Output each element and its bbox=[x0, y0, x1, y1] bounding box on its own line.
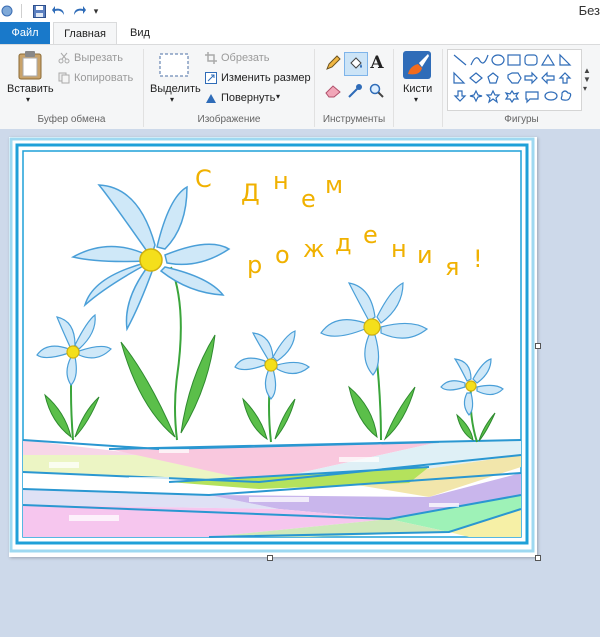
tab-view[interactable]: Вид bbox=[122, 22, 158, 44]
rotate-button[interactable]: Повернуть bbox=[221, 92, 275, 104]
select-dropdown-icon[interactable]: ▾ bbox=[170, 95, 174, 104]
fill-bucket-icon[interactable] bbox=[344, 52, 368, 76]
tab-home[interactable]: Главная bbox=[53, 22, 117, 45]
paint-app-icon[interactable] bbox=[0, 3, 14, 19]
window-title: Без bbox=[578, 3, 600, 18]
select-rectangle-icon[interactable] bbox=[159, 52, 189, 78]
text-tool-icon[interactable]: A bbox=[368, 52, 386, 74]
shapes-scroll-icon[interactable]: ▲ ▼ ▾ bbox=[581, 49, 593, 109]
shapes-gallery[interactable] bbox=[447, 49, 582, 111]
image-group-label: Изображение bbox=[197, 114, 261, 125]
crop-icon bbox=[205, 52, 217, 64]
greeting-letter: Д bbox=[241, 179, 260, 207]
greeting-letter: н bbox=[273, 167, 289, 195]
flower-small-left bbox=[36, 313, 112, 386]
canvas-resize-handle-corner[interactable] bbox=[535, 555, 541, 561]
clipboard-group-label: Буфер обмена bbox=[37, 114, 106, 125]
ribbon-tabs: Файл Главная Вид bbox=[0, 22, 600, 45]
divider bbox=[21, 4, 22, 18]
eraser-icon[interactable] bbox=[324, 82, 342, 100]
greeting-letter: о bbox=[275, 241, 290, 269]
title-bar: ▾ Без bbox=[0, 0, 600, 23]
redo-icon[interactable] bbox=[71, 3, 87, 19]
copy-button[interactable]: Копировать bbox=[74, 72, 133, 84]
canvas-resize-handle-bottom[interactable] bbox=[267, 555, 273, 561]
greeting-card-drawing bbox=[9, 137, 535, 553]
save-icon[interactable] bbox=[31, 3, 47, 19]
greeting-letter: С bbox=[195, 165, 212, 193]
greeting-letter: н bbox=[391, 235, 407, 263]
greeting-letter: и bbox=[417, 241, 433, 269]
copy-icon bbox=[58, 72, 70, 84]
rotate-icon bbox=[205, 92, 217, 104]
resize-button[interactable]: Изменить размер bbox=[221, 72, 311, 84]
scissors-icon bbox=[58, 52, 70, 64]
resize-icon bbox=[205, 72, 217, 84]
brushes-dropdown-icon[interactable]: ▾ bbox=[414, 95, 418, 104]
greeting-letter: ! bbox=[473, 245, 483, 273]
brushes-button[interactable]: Кисти bbox=[403, 83, 432, 95]
shapes-group-label: Фигуры bbox=[504, 114, 539, 125]
crop-button[interactable]: Обрезать bbox=[221, 52, 270, 64]
greeting-letter: я bbox=[445, 253, 460, 281]
paste-button[interactable]: Вставить bbox=[7, 83, 54, 95]
greeting-letter: р bbox=[247, 251, 263, 279]
divider bbox=[393, 49, 394, 127]
drawing-canvas[interactable]: С Д н е м р о ж д е н и я ! bbox=[9, 137, 537, 557]
cut-button[interactable]: Вырезать bbox=[74, 52, 123, 64]
greeting-letter: е bbox=[301, 185, 316, 213]
ribbon: Вставить ▾ Вырезать Копировать Буфер обм… bbox=[0, 44, 600, 130]
color-picker-icon[interactable] bbox=[346, 82, 364, 100]
pencil-icon[interactable] bbox=[324, 54, 342, 72]
magnifier-icon[interactable] bbox=[368, 82, 386, 100]
undo-icon[interactable] bbox=[51, 3, 67, 19]
tab-file[interactable]: Файл bbox=[0, 22, 50, 44]
greeting-letter: м bbox=[325, 171, 344, 199]
greeting-letter: е bbox=[363, 221, 378, 249]
flower-medium-right bbox=[320, 282, 429, 376]
select-button[interactable]: Выделить bbox=[150, 83, 201, 95]
canvas-resize-handle-right[interactable] bbox=[535, 343, 541, 349]
greeting-letter: д bbox=[335, 229, 352, 257]
customize-qa-icon[interactable]: ▾ bbox=[90, 3, 102, 19]
flower-small-right bbox=[440, 358, 504, 416]
greeting-letter: ж bbox=[303, 235, 325, 263]
flower-large bbox=[70, 184, 231, 332]
paste-dropdown-icon[interactable]: ▾ bbox=[26, 95, 30, 104]
ground-bands bbox=[22, 439, 522, 538]
clipboard-paste-icon[interactable] bbox=[16, 49, 44, 81]
rotate-dropdown-icon[interactable]: ▾ bbox=[276, 92, 280, 101]
tools-group-label: Инструменты bbox=[322, 114, 386, 125]
brush-icon[interactable] bbox=[401, 49, 433, 81]
flower-small-middle bbox=[234, 330, 310, 400]
